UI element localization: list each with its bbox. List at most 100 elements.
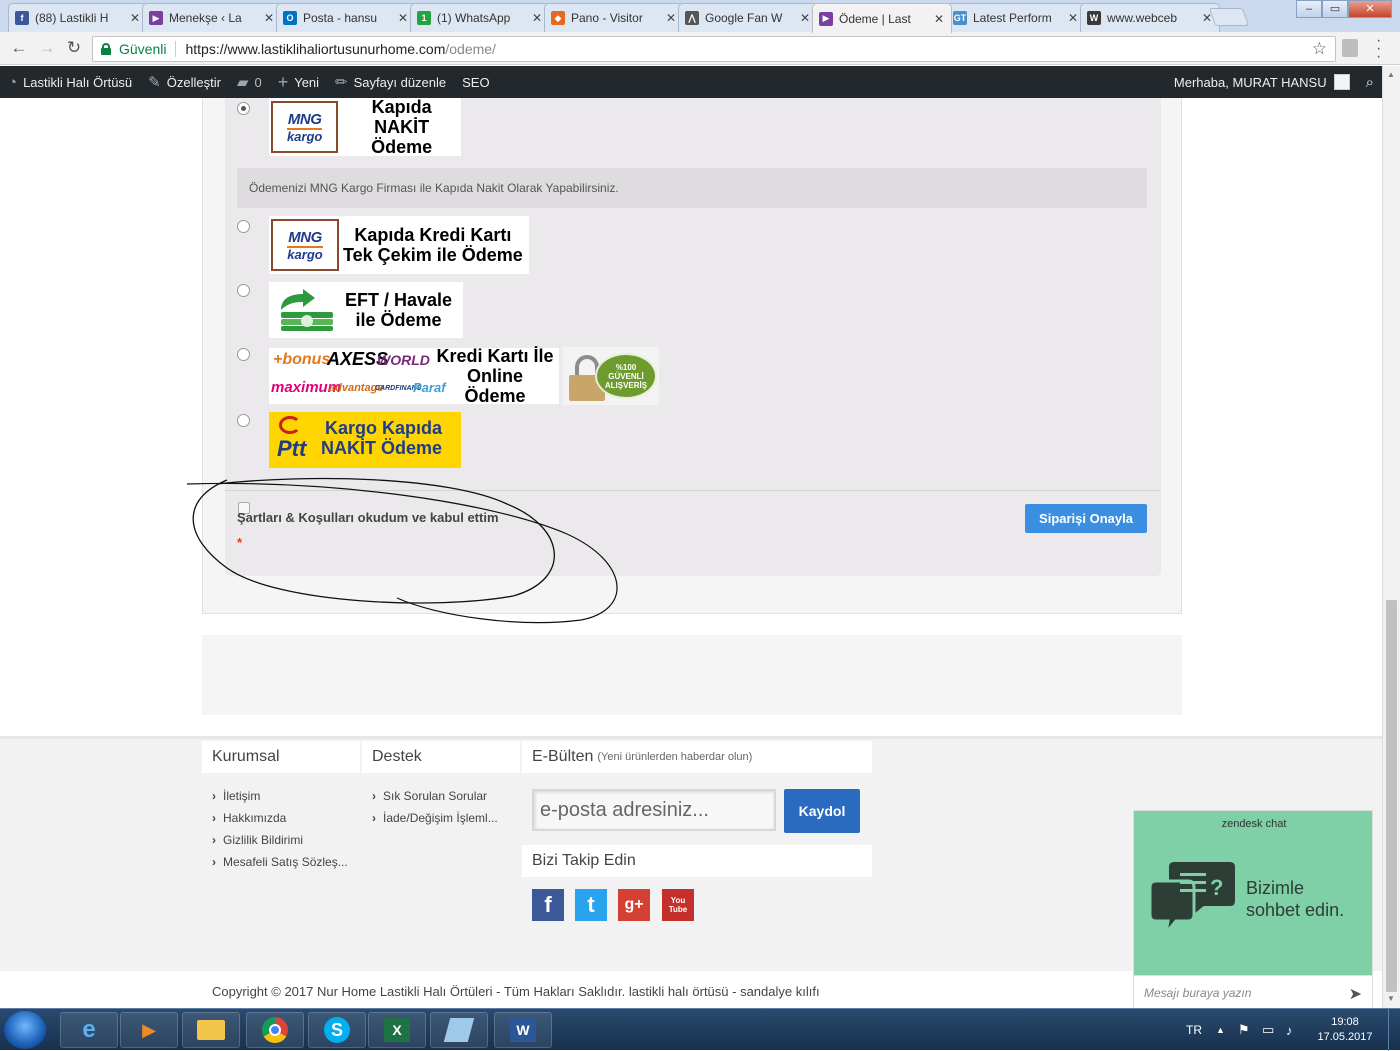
browser-tab[interactable]: 1 (1) WhatsApp ✕	[410, 3, 550, 32]
media-player-icon[interactable]: ▶	[120, 1012, 178, 1048]
content-spacer-panel	[202, 635, 1182, 715]
browser-tab[interactable]: f (88) Lastikli H ✕	[8, 3, 148, 32]
language-indicator[interactable]: TR	[1186, 1009, 1202, 1051]
tray-expand-icon[interactable]: ▲	[1216, 1009, 1225, 1051]
mng-kargo-logo: MNG kargo	[271, 101, 339, 153]
footer-link[interactable]: İletişim	[212, 785, 360, 807]
close-window-button[interactable]: ✕	[1348, 0, 1392, 18]
payment-radio-card-online[interactable]	[237, 348, 250, 361]
browser-tab[interactable]: Wwww.webceb ✕	[1080, 3, 1220, 32]
secure-badge-line1: %100	[615, 363, 637, 372]
edit-page-label: Sayfayı düzenle	[353, 74, 447, 90]
secure-shopping-badge: %100 GÜVENLİ ALIŞVERİŞ	[563, 347, 659, 405]
reload-icon[interactable]: ↻	[63, 38, 85, 60]
browser-tab[interactable]: GT Latest Perform ✕	[946, 3, 1086, 32]
payment-radio-ptt[interactable]	[237, 414, 250, 427]
edit-page-menu[interactable]: ✏ Sayfayı düzenle	[327, 66, 454, 98]
extension-icon[interactable]	[1342, 39, 1358, 57]
close-tab-icon[interactable]: ✕	[799, 11, 811, 25]
zendesk-chat-widget[interactable]: zendesk chat ? Bizimle sohbet edin. Mesa…	[1133, 810, 1373, 1009]
send-arrow-icon[interactable]: ➤	[1349, 984, 1362, 1004]
dashboard-gauge-icon: ◔	[8, 73, 18, 91]
menu-kebab-icon[interactable]: · · ·	[1376, 33, 1381, 65]
footer-link[interactable]: Hakkımızda	[212, 807, 360, 829]
newsletter-placeholder: e-posta adresiniz...	[540, 798, 709, 821]
close-tab-icon[interactable]: ✕	[933, 12, 945, 26]
seo-menu[interactable]: SEO	[454, 66, 497, 98]
volume-icon[interactable]: ♪	[1286, 1009, 1293, 1051]
scroll-up-arrow-icon[interactable]: ▲	[1387, 70, 1395, 79]
excel-icon[interactable]: X	[368, 1012, 426, 1048]
system-clock[interactable]: 19:08 17.05.2017	[1310, 1015, 1380, 1045]
mng-card-logo[interactable]: MNG kargo Kapıda Kredi Kartı Tek Çekim i…	[269, 216, 529, 274]
show-desktop-button[interactable]	[1388, 1009, 1400, 1051]
newsletter-subscribe-button[interactable]: Kaydol	[784, 789, 860, 833]
network-icon[interactable]: ▭	[1262, 1009, 1274, 1051]
notepad-icon[interactable]	[430, 1012, 488, 1048]
word-icon[interactable]: W	[494, 1012, 552, 1048]
secure-indicator[interactable]: Güvenli	[93, 41, 166, 57]
close-tab-icon[interactable]: ✕	[1067, 11, 1079, 25]
maximize-button[interactable]: ▭	[1322, 0, 1348, 18]
youtube-icon[interactable]: You Tube	[662, 889, 694, 921]
scroll-thumb[interactable]	[1386, 600, 1397, 992]
windows-start-button[interactable]	[4, 1011, 46, 1049]
eft-line2: ile Ödeme	[355, 310, 442, 330]
zendesk-input-placeholder: Mesajı buraya yazın	[1144, 985, 1252, 1000]
back-arrow-icon[interactable]: ←	[8, 38, 30, 60]
browser-tab[interactable]: ▶ Menekşe ‹ La ✕	[142, 3, 282, 32]
bookmark-star-icon[interactable]: ☆	[1312, 39, 1327, 59]
footer-link[interactable]: Sık Sorulan Sorular	[372, 785, 520, 807]
credit-card-brands-logo[interactable]: +bonus AXESS WORLD maximum advantage CAR…	[269, 346, 559, 406]
address-bar[interactable]: Güvenli https://www.lastiklihaliortusunu…	[92, 36, 1336, 62]
skype-icon[interactable]: S	[308, 1012, 366, 1048]
scroll-down-arrow-icon[interactable]: ▼	[1387, 994, 1395, 1003]
close-tab-icon[interactable]: ✕	[397, 11, 409, 25]
account-menu[interactable]: Merhaba, MURAT HANSU	[1166, 66, 1358, 98]
mng-cash-logo[interactable]: MNG kargo Kapıda NAKİT Ödeme	[269, 98, 461, 157]
page-scrollbar[interactable]: ▲ ▼	[1382, 66, 1400, 1008]
minimize-button[interactable]: –	[1296, 0, 1322, 18]
zendesk-title: zendesk chat	[1221, 818, 1287, 830]
ptt-cash-logo[interactable]: Ptt Kargo Kapıda NAKİT Ödeme	[269, 412, 461, 468]
customize-menu[interactable]: ✎ Özelleştir	[140, 66, 229, 98]
footer-link[interactable]: Mesafeli Satış Sözleş...	[212, 851, 360, 873]
close-tab-icon[interactable]: ✕	[665, 11, 677, 25]
chat-bubbles-icon: ?	[1148, 860, 1237, 937]
eft-logo[interactable]: EFT / Havale ile Ödeme	[269, 282, 463, 338]
avatar	[1333, 74, 1350, 90]
browser-tab[interactable]: ▶ Ödeme | Last ✕	[812, 3, 952, 33]
file-explorer-icon[interactable]	[182, 1012, 240, 1048]
browser-tab[interactable]: ⋀ Google Fan W ✕	[678, 3, 818, 32]
newsletter-email-input[interactable]: e-posta adresiniz...	[532, 789, 776, 831]
new-tab-button[interactable]	[1208, 8, 1250, 26]
forward-arrow-icon[interactable]: →	[36, 38, 58, 60]
zendesk-message-input[interactable]: Mesajı buraya yazın ➤	[1134, 975, 1372, 1009]
footer-link[interactable]: İade/Değişim İşleml...	[372, 807, 520, 829]
google-plus-icon[interactable]: g+	[618, 889, 650, 921]
mng-cash-title: Kapıda NAKİT Ödeme	[342, 98, 461, 157]
confirm-order-button[interactable]: Siparişi Onayla	[1025, 504, 1147, 533]
payment-radio-mng-card[interactable]	[237, 220, 250, 233]
payment-radio-eft[interactable]	[237, 284, 250, 297]
clock-date: 17.05.2017	[1317, 1031, 1373, 1043]
mng-card-line1: Kapıda Kredi Kartı	[354, 225, 512, 245]
twitter-icon[interactable]: t	[575, 889, 607, 921]
secure-label: Güvenli	[119, 41, 167, 57]
footer-link[interactable]: Gizlilik Bildirimi	[212, 829, 360, 851]
site-name-menu[interactable]: ◔ Lastikli Halı Örtüsü	[0, 66, 140, 98]
new-content-menu[interactable]: + Yeni	[270, 66, 327, 98]
seo-label: SEO	[462, 74, 490, 90]
facebook-icon[interactable]: f	[532, 889, 564, 921]
browser-tab[interactable]: O Posta - hansu ✕	[276, 3, 416, 32]
comments-menu[interactable]: ▰ 0	[229, 66, 270, 98]
browser-tab[interactable]: ◆ Pano - Visitor ✕	[544, 3, 684, 32]
chrome-icon[interactable]	[246, 1012, 304, 1048]
payment-radio-mng-cash[interactable]	[237, 102, 250, 115]
close-tab-icon[interactable]: ✕	[263, 11, 275, 25]
search-icon[interactable]: ⌕	[1358, 66, 1382, 98]
close-tab-icon[interactable]: ✕	[531, 11, 543, 25]
action-center-icon[interactable]: ⚑	[1238, 1009, 1250, 1051]
close-tab-icon[interactable]: ✕	[129, 11, 141, 25]
internet-explorer-icon[interactable]: e	[60, 1012, 118, 1048]
